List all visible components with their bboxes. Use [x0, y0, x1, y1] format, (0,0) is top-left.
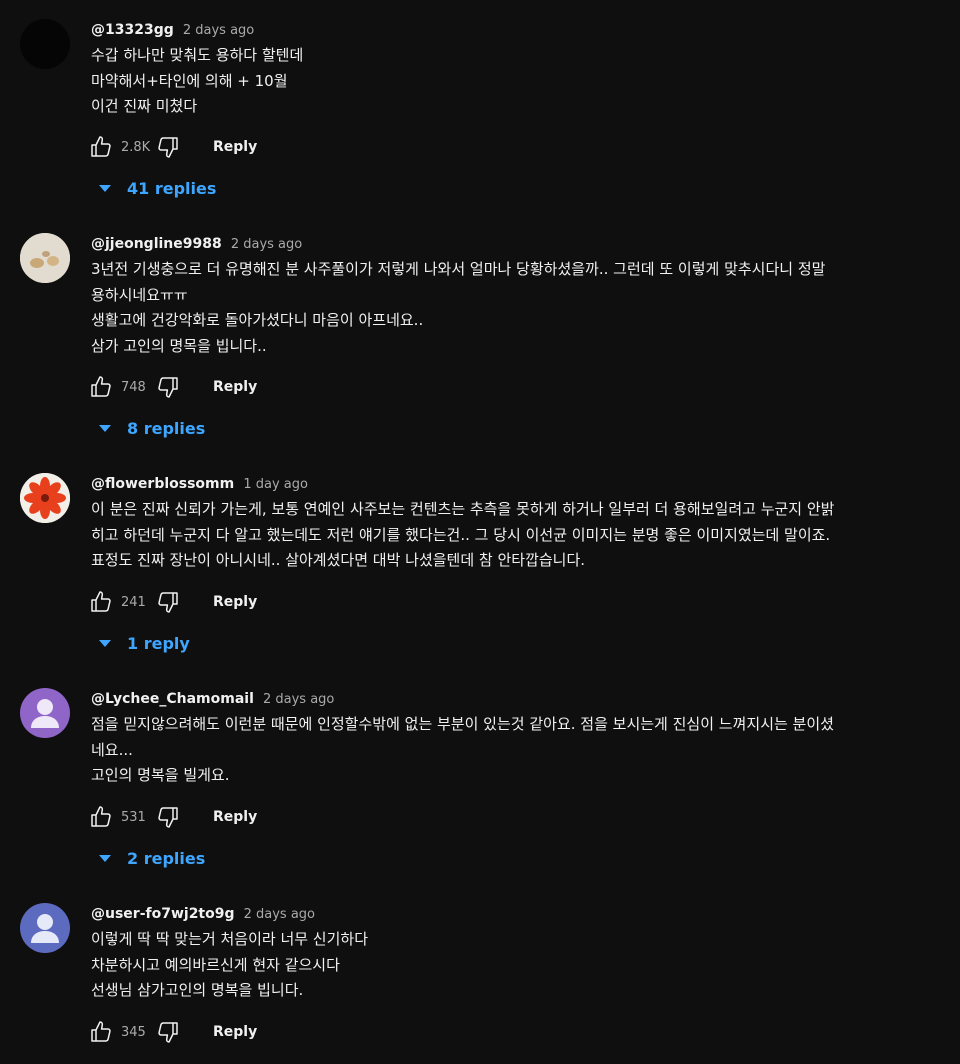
comment-author[interactable]: @13323gg — [91, 22, 174, 38]
comment-line: 마약해서+타인에 의해 + 10월 — [91, 71, 288, 90]
like-count: 345 — [121, 1024, 146, 1040]
comment-line: 용하시네요ㅠㅠ — [91, 285, 188, 304]
comment-author[interactable]: @user-fo7wj2to9g — [91, 906, 235, 922]
like-button[interactable] — [88, 589, 114, 615]
dislike-button[interactable] — [155, 804, 181, 830]
like-count: 531 — [121, 809, 146, 825]
thumb-up-icon — [91, 376, 111, 397]
dislike-button[interactable] — [155, 589, 181, 615]
comment-line: 표정도 진짜 장난이 아니시네.. 살아계셨다면 대박 나셨을텐데 참 안타깝습… — [91, 551, 586, 569]
reply-button[interactable]: Reply — [213, 1024, 257, 1040]
like-button[interactable] — [88, 804, 114, 830]
comment-text: 이렇게 딱 딱 맞는거 처음이라 너무 신기하다 차분하시고 예의바르신게 현자… — [91, 927, 920, 1004]
comment-text: 수갑 하나만 맞춰도 용하다 할텐데 마약해서+타인에 의해 + 10월 이건 … — [91, 43, 920, 120]
thumb-down-icon — [158, 1022, 178, 1043]
comment-line: 이 분은 진짜 신뢰가 가는게, 보통 연예인 사주보는 컨텐츠는 추측을 못하… — [91, 500, 835, 518]
thumb-down-icon — [158, 592, 178, 613]
comment-actions: 241 Reply — [88, 589, 257, 615]
comment-actions: 345 Reply — [88, 1019, 257, 1045]
comment-line: 삼가 고인의 명목을 빕니다.. — [91, 336, 267, 355]
default-avatar-icon — [31, 699, 59, 728]
photo-avatar-image — [20, 233, 70, 283]
like-count: 241 — [121, 594, 146, 610]
thumb-down-icon — [158, 377, 178, 398]
comment-text: 3년전 기생충으로 더 유명해진 분 사주풀이가 저렇게 나와서 얼마나 당황하… — [91, 257, 920, 359]
comment-body: @jjeongline9988 2 days ago 3년전 기생충으로 더 유… — [91, 233, 920, 359]
replies-label: 41 replies — [127, 179, 217, 198]
comment-timestamp[interactable]: 2 days ago — [183, 23, 254, 38]
reply-button[interactable]: Reply — [213, 139, 257, 155]
thumb-up-icon — [91, 1021, 111, 1042]
like-count: 2.8K — [121, 139, 151, 155]
triangle-down-icon — [99, 854, 111, 862]
avatar[interactable] — [20, 473, 70, 523]
comment-line: 점을 믿지않으려해도 이런분 때문에 인정할수밖에 없는 부분이 있는것 같아요… — [91, 715, 834, 733]
reply-button[interactable]: Reply — [213, 594, 257, 610]
comment-timestamp[interactable]: 2 days ago — [244, 907, 315, 922]
comment-line: 차분하시고 예의바르신게 현자 같으시다 — [91, 955, 340, 974]
triangle-down-icon — [99, 184, 111, 192]
default-avatar-icon — [31, 914, 59, 943]
comment-line: 선생님 삼가고인의 명복을 빕니다. — [91, 981, 304, 999]
replies-label: 2 replies — [127, 849, 206, 868]
like-button[interactable] — [88, 1019, 114, 1045]
comment-line: 수갑 하나만 맞춰도 용하다 할텐데 — [91, 46, 304, 64]
comment-timestamp[interactable]: 2 days ago — [263, 692, 334, 707]
avatar[interactable] — [20, 903, 70, 953]
comment-line: 네요... — [91, 740, 133, 759]
comment-author[interactable]: @jjeongline9988 — [91, 236, 222, 252]
comment-line: 이렇게 딱 딱 맞는거 처음이라 너무 신기하다 — [91, 930, 369, 948]
comment-timestamp[interactable]: 2 days ago — [231, 237, 302, 252]
view-replies-button[interactable]: 1 reply — [98, 634, 190, 653]
comment-body: @flowerblossomm 1 day ago 이 분은 진짜 신뢰가 가는… — [91, 473, 920, 574]
avatar[interactable] — [20, 19, 70, 69]
dislike-button[interactable] — [155, 1019, 181, 1045]
reply-button[interactable]: Reply — [213, 379, 257, 395]
comment-actions: 531 Reply — [88, 804, 257, 830]
like-count: 748 — [121, 379, 146, 395]
comment-line: 히고 하던데 누군지 다 알고 했는데도 저런 얘기를 했다는건.. 그 당시 … — [91, 525, 831, 544]
comment-actions: 2.8K Reply — [88, 134, 257, 160]
comment-line: 생활고에 건강악화로 돌아가셨다니 마음이 아프네요.. — [91, 311, 424, 329]
comment-timestamp[interactable]: 1 day ago — [243, 477, 308, 492]
thumb-up-icon — [91, 591, 111, 612]
view-replies-button[interactable]: 41 replies — [98, 179, 216, 198]
thumb-up-icon — [91, 806, 111, 827]
comment-line: 3년전 기생충으로 더 유명해진 분 사주풀이가 저렇게 나와서 얼마나 당황하… — [91, 260, 826, 278]
comment-actions: 748 Reply — [88, 374, 257, 400]
view-replies-button[interactable]: 8 replies — [98, 419, 205, 438]
dislike-button[interactable] — [155, 374, 181, 400]
comment-text: 이 분은 진짜 신뢰가 가는게, 보통 연예인 사주보는 컨텐츠는 추측을 못하… — [91, 497, 920, 574]
replies-label: 8 replies — [127, 419, 206, 438]
avatar[interactable] — [20, 233, 70, 283]
comment-author[interactable]: @Lychee_Chamomail — [91, 691, 254, 707]
comment-body: @Lychee_Chamomail 2 days ago 점을 믿지않으려해도 … — [91, 688, 920, 789]
thumb-up-icon — [91, 136, 111, 157]
comment-line: 이건 진짜 미쳤다 — [91, 97, 198, 115]
triangle-down-icon — [99, 424, 111, 432]
triangle-down-icon — [99, 639, 111, 647]
view-replies-button[interactable]: 2 replies — [98, 849, 205, 868]
flower-avatar-image — [20, 473, 70, 523]
comment-body: @user-fo7wj2to9g 2 days ago 이렇게 딱 딱 맞는거 … — [91, 903, 920, 1004]
replies-label: 1 reply — [127, 634, 190, 653]
thumb-down-icon — [158, 807, 178, 828]
comment-author[interactable]: @flowerblossomm — [91, 476, 234, 492]
comment-body: @13323gg 2 days ago 수갑 하나만 맞춰도 용하다 할텐데 마… — [91, 19, 920, 120]
comment-text: 점을 믿지않으려해도 이런분 때문에 인정할수밖에 없는 부분이 있는것 같아요… — [91, 712, 920, 789]
dislike-button[interactable] — [155, 134, 181, 160]
like-button[interactable] — [88, 374, 114, 400]
avatar[interactable] — [20, 688, 70, 738]
thumb-down-icon — [158, 137, 178, 158]
like-button[interactable] — [88, 134, 114, 160]
comment-line: 고인의 명복을 빌게요. — [91, 766, 230, 784]
reply-button[interactable]: Reply — [213, 809, 257, 825]
